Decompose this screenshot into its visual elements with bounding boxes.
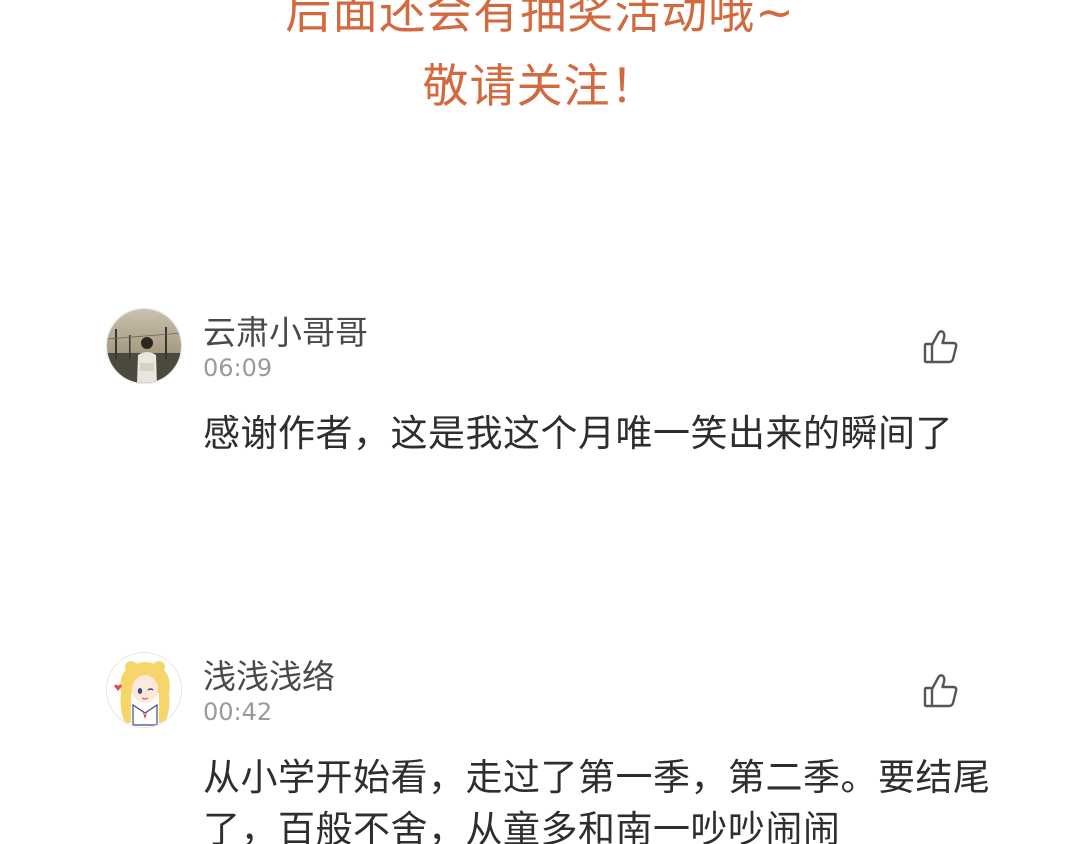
like-button[interactable] (920, 326, 962, 368)
comment-text: 感谢作者，这是我这个月唯一笑出来的瞬间了 (203, 412, 953, 455)
banner-line-2: 敬请关注！ (422, 59, 658, 113)
avatar-photo-icon (107, 309, 181, 383)
avatar[interactable] (106, 308, 182, 384)
comment-text: 从小学开始看，走过了第一季，第二季。要结尾了，百般不舍，从童多和南一吵吵闹闹 (203, 756, 991, 844)
comment-username[interactable]: 云肃小哥哥 (203, 306, 368, 354)
avatar[interactable] (106, 652, 182, 728)
banner-line-1: 后面还会有抽奖活动哦~ (285, 0, 795, 39)
thumbs-up-icon (923, 674, 958, 708)
comment-feed-page: 后面还会有抽奖活动哦~ 敬请关注！ 云肃小哥哥 06:09 感谢作者，这是我这个… (0, 0, 1080, 844)
comment-time: 06:09 (203, 354, 273, 382)
comment-time: 00:42 (203, 698, 273, 726)
thumbs-up-icon (923, 330, 958, 364)
anime-girl-avatar-icon (107, 653, 181, 727)
like-button[interactable] (920, 670, 962, 712)
comment-username[interactable]: 浅浅浅络 (203, 650, 335, 698)
